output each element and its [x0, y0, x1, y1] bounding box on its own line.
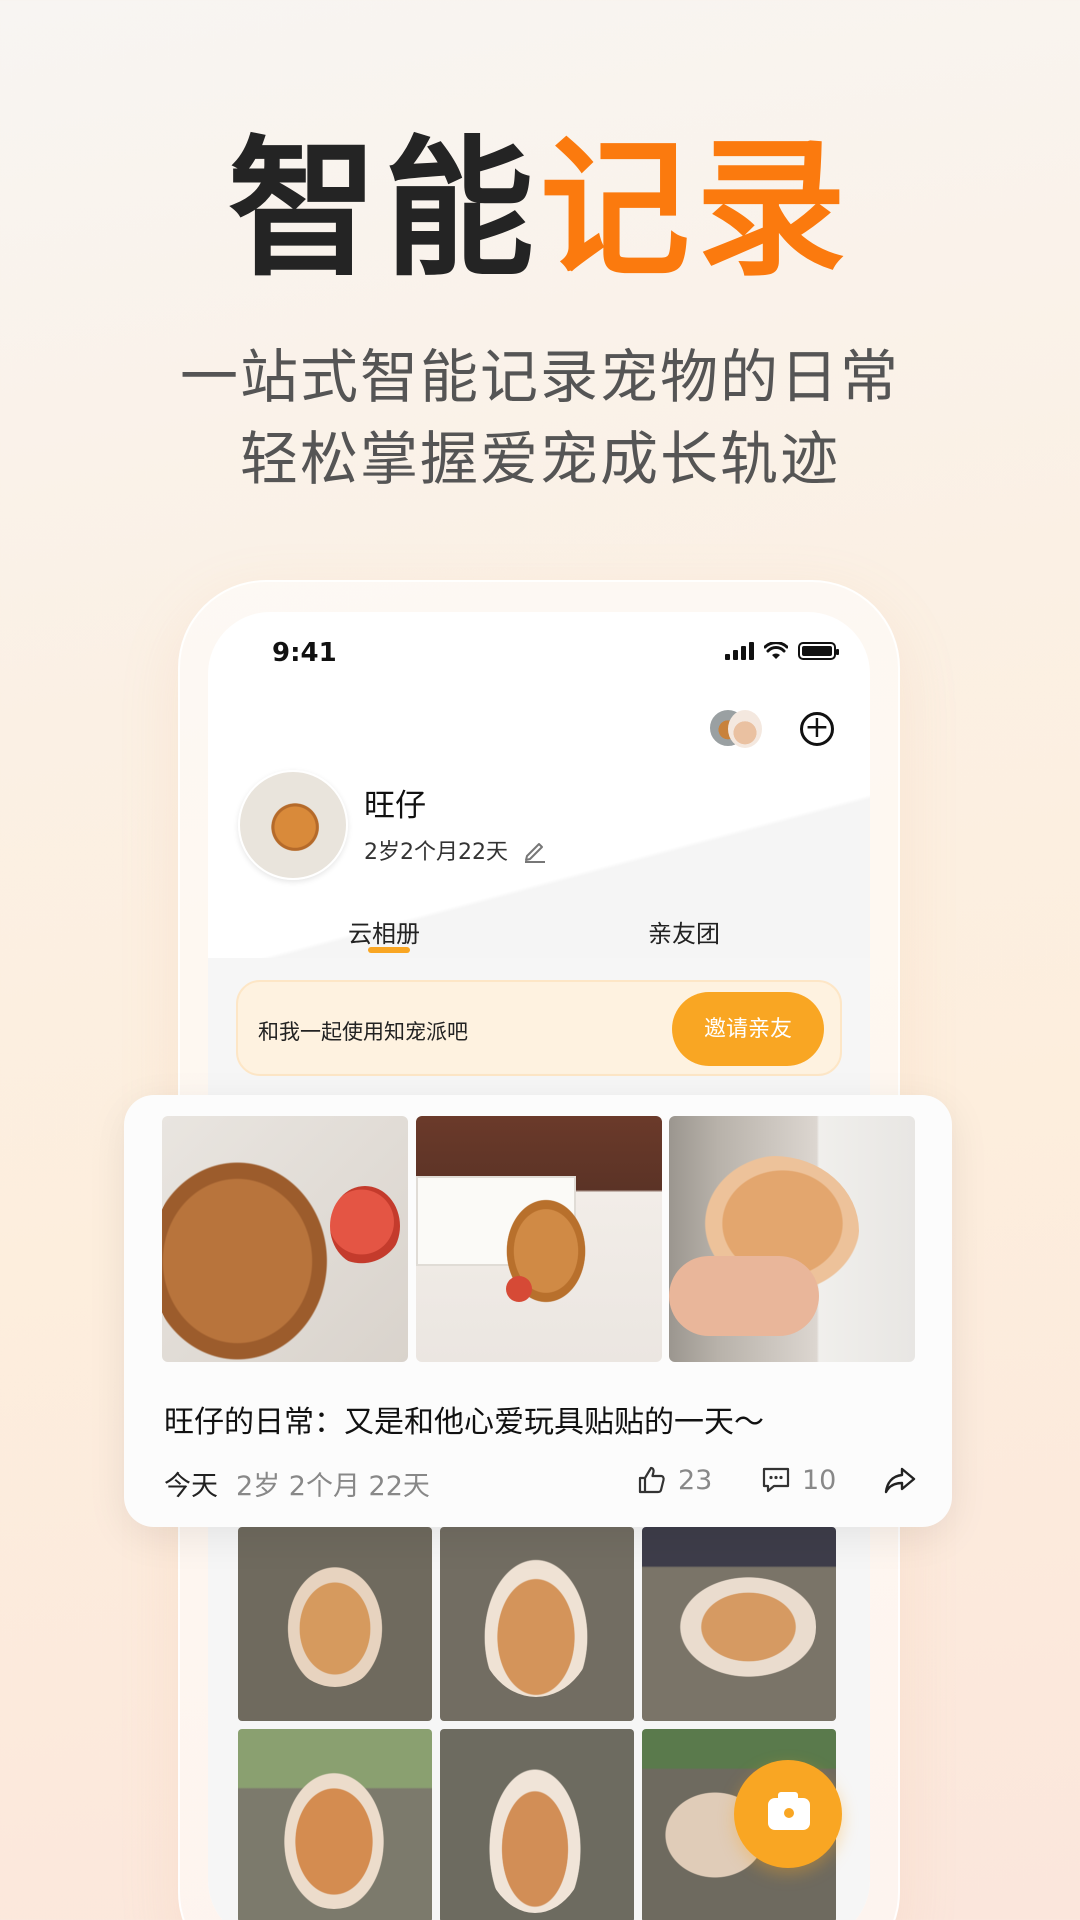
family-avatars[interactable] [708, 708, 762, 752]
like-button[interactable]: 23 [636, 1464, 712, 1496]
pet-avatar[interactable] [238, 770, 348, 880]
photo-thumbnail[interactable] [642, 1527, 836, 1721]
plus-circle-icon[interactable]: + [800, 712, 834, 746]
hero-title-accent: 记录 [540, 123, 853, 297]
pet-age-row: 2岁2个月22天 [364, 834, 548, 866]
active-tab-indicator [368, 947, 410, 953]
thumbs-up-icon [638, 1466, 665, 1494]
photo-thumbnail[interactable] [238, 1527, 432, 1721]
comment-button[interactable]: 10 [760, 1464, 836, 1496]
post-date: 今天 [164, 1471, 218, 1502]
share-icon[interactable] [882, 1463, 918, 1497]
tab-cloud-album[interactable]: 云相册 [348, 914, 420, 949]
invite-banner: 和我一起使用知宠派吧 邀请亲友 [236, 980, 842, 1076]
post-meta: 今天 2岁 2个月 22天 [164, 1464, 430, 1503]
photo-thumbnail[interactable] [440, 1729, 634, 1920]
tab-family-group[interactable]: 亲友团 [648, 914, 720, 949]
post-photo[interactable] [669, 1116, 915, 1362]
status-icons [725, 642, 839, 660]
like-count: 23 [678, 1464, 713, 1496]
camera-button[interactable] [734, 1760, 842, 1868]
battery-icon [798, 642, 839, 660]
avatar [728, 710, 762, 748]
post-photo[interactable] [416, 1116, 662, 1362]
photo-thumbnail[interactable] [238, 1729, 432, 1920]
pet-age: 2岁2个月22天 [364, 840, 508, 865]
signal-icon [725, 642, 754, 660]
post-card[interactable]: 旺仔的日常：又是和他心爱玩具贴贴的一天～ 今天 2岁 2个月 22天 23 10 [124, 1095, 952, 1527]
comment-icon [762, 1467, 790, 1493]
pet-name: 旺仔 [364, 788, 426, 824]
photo-thumbnail[interactable] [440, 1527, 634, 1721]
post-title: 旺仔的日常：又是和他心爱玩具贴贴的一天～ [164, 1405, 764, 1440]
post-photo[interactable] [162, 1116, 408, 1362]
wifi-icon [764, 642, 788, 659]
comment-count: 10 [802, 1464, 837, 1496]
status-time: 9:41 [272, 638, 337, 668]
hero-subtitle-line2: 轻松掌握爱宠成长轨迹 [239, 425, 840, 493]
hero-title-dark: 智能 [227, 123, 540, 297]
invite-text: 和我一起使用知宠派吧 [258, 1020, 468, 1044]
hero-subtitle-line1: 一站式智能记录宠物的日常 [179, 343, 900, 411]
pencil-icon[interactable] [522, 837, 548, 863]
post-pet-age: 2岁 2个月 22天 [236, 1471, 430, 1502]
invite-friends-button[interactable]: 邀请亲友 [672, 992, 824, 1066]
hero-title: 智能记录 [0, 130, 1080, 290]
